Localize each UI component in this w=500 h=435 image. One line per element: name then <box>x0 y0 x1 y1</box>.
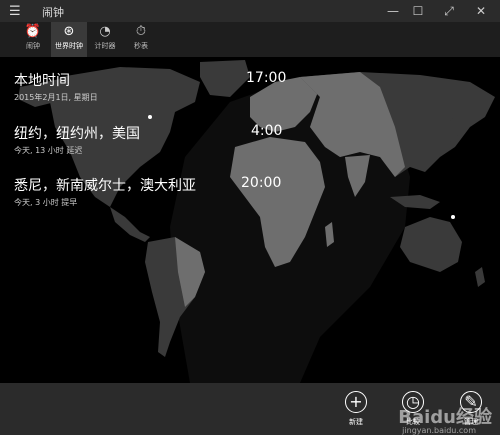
world-map-graphic <box>18 60 495 383</box>
tab-world-clock[interactable]: ⊛ 世界时钟 <box>51 22 87 57</box>
plus-icon: + <box>345 391 367 413</box>
city-detail: 今天, 13 小时 延迟 <box>14 146 83 155</box>
hamburger-icon[interactable]: ☰ <box>9 4 21 19</box>
new-zealand-shape <box>475 267 485 287</box>
city-entry-new-york[interactable]: 纽约，纽约州，美国 今天, 13 小时 延迟 <box>14 123 140 156</box>
timer-icon: ◔ <box>99 24 111 39</box>
tab-bar: ⏰ 闹钟 ⊛ 世界时钟 ◔ 计时器 ⏱ 秒表 <box>0 22 500 57</box>
tab-stopwatch[interactable]: ⏱ 秒表 <box>124 22 158 57</box>
tab-label: 闹钟 <box>26 42 40 50</box>
australia-shape <box>400 217 462 272</box>
city-name: 纽约，纽约州，美国 <box>14 126 140 142</box>
city-time: 20:00 <box>241 175 282 191</box>
city-name: 悉尼，新南威尔士，澳大利亚 <box>14 178 196 194</box>
world-clock-icon: ⊛ <box>63 24 75 39</box>
city-time: 17:00 <box>246 70 287 86</box>
tab-label: 计时器 <box>94 42 116 50</box>
command-bar: + 新建 ◷ 比较 ✎ 管理 Baidu经验 jingyan.baidu.com <box>0 383 500 435</box>
greenland-shape <box>200 60 250 97</box>
title-bar: ☰ 闹钟 — ☐ ⤢ ✕ <box>0 0 500 22</box>
world-map <box>0 57 500 383</box>
alarm-icon: ⏰ <box>24 24 42 39</box>
city-entry-sydney[interactable]: 悉尼，新南威尔士，澳大利亚 今天, 3 小时 提早 <box>14 175 196 208</box>
sydney-marker <box>451 215 455 219</box>
city-entry-local[interactable]: 本地时间 2015年2月1日, 星期日 <box>14 70 98 103</box>
tab-alarm[interactable]: ⏰ 闹钟 <box>16 22 50 57</box>
close-button[interactable]: ✕ <box>466 0 496 22</box>
fullscreen-button[interactable]: ⤢ <box>434 0 464 22</box>
watermark-url: jingyan.baidu.com <box>402 426 476 435</box>
tab-label: 秒表 <box>134 42 148 50</box>
city-detail: 2015年2月1日, 星期日 <box>14 93 98 102</box>
tab-timer[interactable]: ◔ 计时器 <box>88 22 122 57</box>
new-york-marker <box>148 115 152 119</box>
stopwatch-icon: ⏱ <box>135 24 147 39</box>
city-time: 4:00 <box>251 123 283 139</box>
city-detail: 今天, 3 小时 提早 <box>14 198 78 207</box>
central-america-shape <box>110 207 150 242</box>
city-name: 本地时间 <box>14 73 70 89</box>
tab-label: 世界时钟 <box>55 42 83 50</box>
window-title: 闹钟 <box>42 6 64 19</box>
new-button[interactable]: + 新建 <box>336 391 376 427</box>
maximize-button[interactable]: ☐ <box>403 0 433 22</box>
action-label: 新建 <box>349 418 363 426</box>
